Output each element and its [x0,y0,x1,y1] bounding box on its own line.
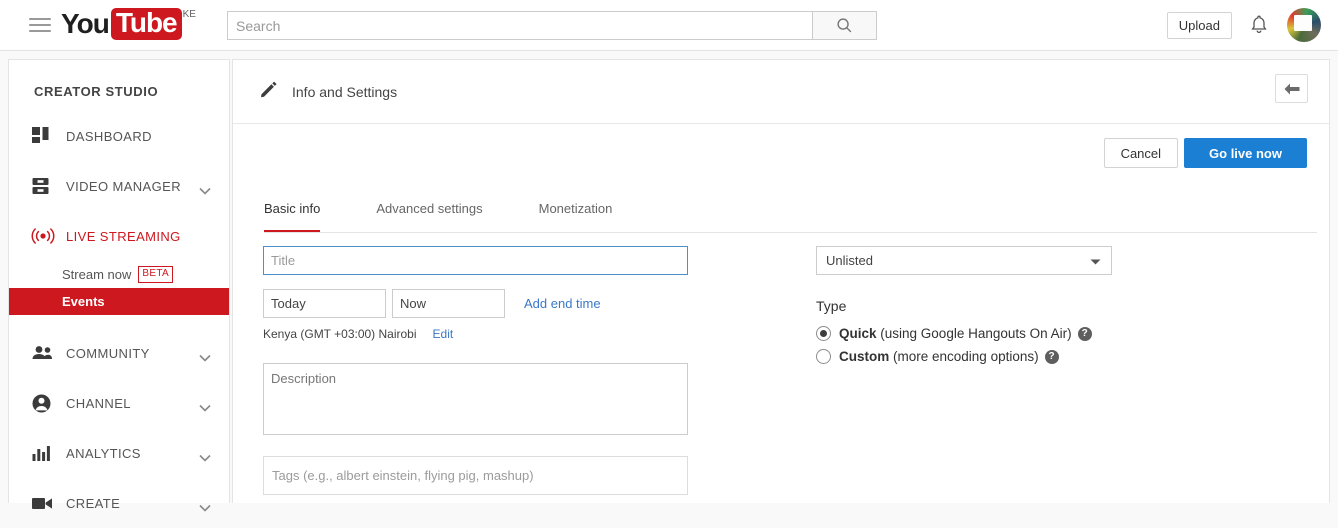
type-option-name: Custom [839,349,890,364]
timezone-text: Kenya (GMT +03:00) Nairobi [263,327,417,341]
top-navigation-bar: You Tube KE Upload [0,0,1338,51]
type-option-text: Custom (more encoding options) [839,349,1039,364]
radio-quick[interactable] [816,326,831,341]
hamburger-menu-icon[interactable] [29,16,51,34]
channel-person-icon [31,392,59,414]
sidebar-item-community[interactable]: COMMUNITY [9,328,229,378]
chevron-down-icon[interactable] [199,349,211,362]
page-title: Info and Settings [292,83,398,100]
beta-badge: BETA [138,266,173,283]
sidebar-item-label: LIVE STREAMING [66,228,181,244]
live-broadcast-icon [31,225,59,247]
sidebar-title: CREATOR STUDIO [34,84,159,99]
help-question-icon[interactable]: ? [1044,349,1059,364]
tab-monetization[interactable]: Monetization [539,201,613,232]
youtube-logo[interactable]: You Tube KE [61,8,196,40]
sidebar-item-label: COMMUNITY [66,345,150,361]
sidebar-item-analytics[interactable]: ANALYTICS [9,428,229,478]
schedule-row: Add end time [263,289,601,318]
chevron-down-icon[interactable] [199,449,211,462]
logo-text-you: You [61,8,110,39]
timezone-edit-link[interactable]: Edit [433,327,454,341]
title-input[interactable] [263,246,688,275]
type-option-detail: (more encoding options) [893,349,1039,364]
hamburger-line [29,18,51,20]
type-option-quick[interactable]: Quick (using Google Hangouts On Air) ? [816,326,1092,341]
form-action-buttons: Cancel Go live now [1103,138,1307,168]
creator-studio-sidebar: CREATOR STUDIO DASHBOARD VIDEO MANAGER L… [8,59,230,512]
logo-text-tube: Tube [110,8,182,40]
hamburger-line [29,30,51,32]
analytics-bars-icon [31,442,59,464]
main-content-panel: Info and Settings Cancel Go live now Bas… [232,59,1330,503]
cancel-button[interactable]: Cancel [1103,138,1179,168]
account-avatar[interactable] [1287,8,1321,42]
privacy-select[interactable]: Unlisted [816,246,1112,275]
back-button[interactable] [1275,74,1308,103]
sidebar-item-label: ANALYTICS [66,445,141,461]
panel-header: Info and Settings [233,60,1329,124]
hamburger-line [29,24,51,26]
chevron-down-icon[interactable] [199,182,211,195]
tags-input[interactable] [263,456,688,495]
description-textarea[interactable] [263,363,688,435]
sidebar-subitem-label: Stream now [62,267,132,282]
sidebar-subitem-label: Events [62,294,105,309]
create-camera-icon [31,492,59,514]
sidebar-item-create[interactable]: CREATE [9,478,229,528]
sidebar-item-label: CREATE [66,495,121,511]
type-option-name: Quick [839,326,877,341]
go-live-now-button[interactable]: Go live now [1184,138,1307,168]
type-section-label: Type [816,298,847,314]
sidebar-item-live-streaming[interactable]: LIVE STREAMING [9,211,229,261]
start-time-input[interactable] [392,289,505,318]
sidebar-item-label: CHANNEL [66,395,131,411]
notifications-bell-icon[interactable] [1247,13,1271,37]
search-icon [837,18,852,33]
sidebar-item-channel[interactable]: CHANNEL [9,378,229,428]
search-input[interactable] [227,11,812,40]
sidebar-item-label: VIDEO MANAGER [66,178,181,194]
chevron-down-icon[interactable] [199,499,211,512]
video-manager-icon [31,175,59,197]
radio-custom[interactable] [816,349,831,364]
chevron-down-icon [1090,253,1101,268]
sidebar-subitem-stream-now[interactable]: Stream now BETA [9,261,229,288]
dashboard-grid-icon [31,125,59,147]
tab-basic-info[interactable]: Basic info [264,201,321,232]
community-people-icon [31,342,59,364]
timezone-row: Kenya (GMT +03:00) Nairobi Edit [263,327,453,341]
pencil-edit-icon [259,80,278,104]
add-end-time-link[interactable]: Add end time [524,296,601,311]
privacy-selected-value: Unlisted [826,253,873,268]
tab-advanced-settings[interactable]: Advanced settings [376,201,482,232]
upload-button[interactable]: Upload [1166,12,1232,39]
sidebar-item-video-manager[interactable]: VIDEO MANAGER [9,161,229,211]
settings-tabs: Basic info Advanced settings Monetizatio… [264,201,1317,233]
search-container [227,11,877,40]
help-question-icon[interactable]: ? [1077,326,1092,341]
type-option-text: Quick (using Google Hangouts On Air) [839,326,1072,341]
type-option-detail: (using Google Hangouts On Air) [880,326,1072,341]
chevron-down-icon[interactable] [199,399,211,412]
back-arrow-icon [1284,83,1299,94]
sidebar-item-dashboard[interactable]: DASHBOARD [9,111,229,161]
type-option-custom[interactable]: Custom (more encoding options) ? [816,349,1059,364]
sidebar-subitem-events[interactable]: Events [9,288,229,315]
start-date-input[interactable] [263,289,386,318]
logo-country-code: KE [182,9,196,20]
search-button[interactable] [812,11,877,40]
sidebar-item-label: DASHBOARD [66,128,152,144]
